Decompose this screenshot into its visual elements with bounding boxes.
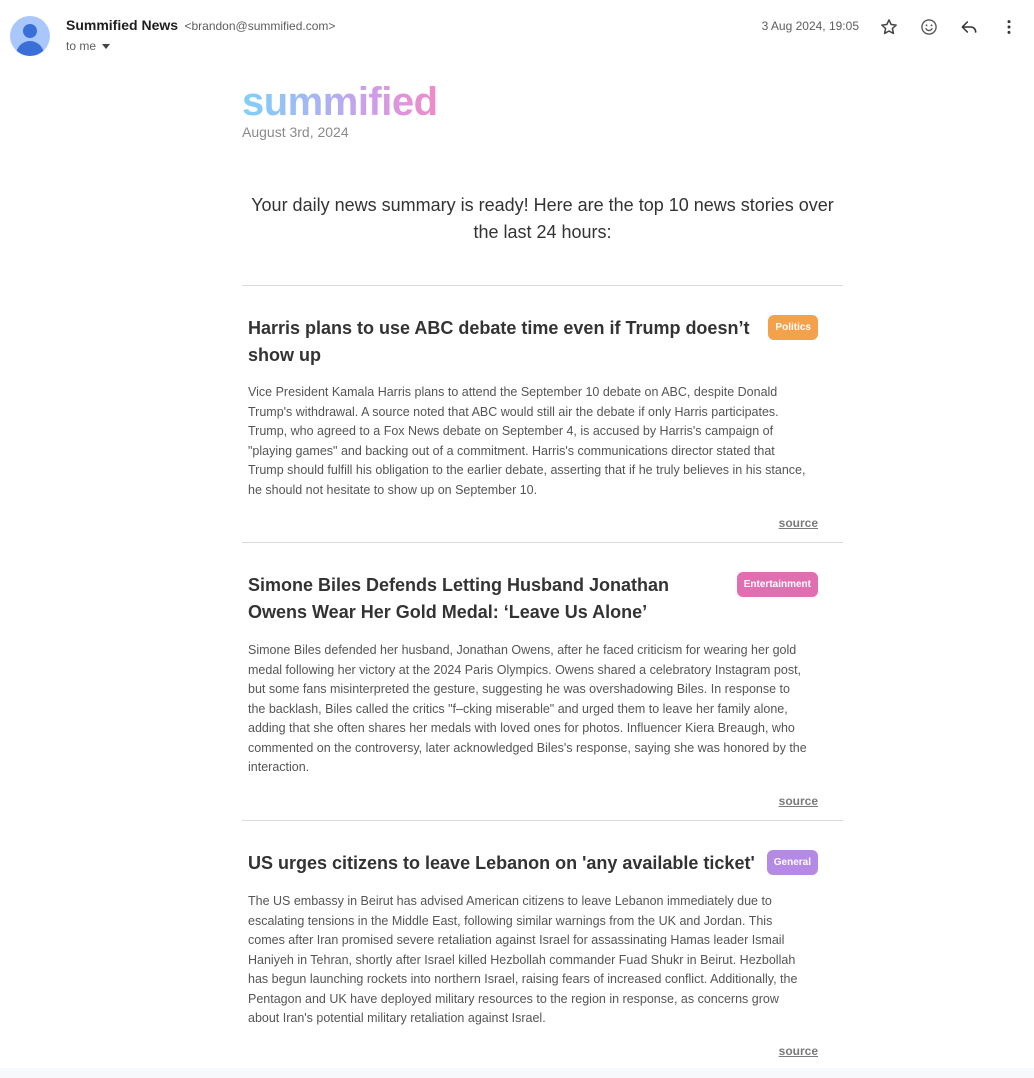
story-summary: Simone Biles defended her husband, Jonat… xyxy=(248,643,807,774)
bottom-edge xyxy=(0,1068,1034,1078)
category-badge-politics[interactable]: Politics xyxy=(768,315,818,340)
source-link[interactable]: source xyxy=(779,794,818,808)
reply-icon[interactable] xyxy=(957,15,981,39)
story-card: US urges citizens to leave Lebanon on 'a… xyxy=(248,850,818,1070)
story-title: US urges citizens to leave Lebanon on 'a… xyxy=(248,853,755,873)
sender-email: <brandon@summified.com> xyxy=(184,19,336,33)
sender-name[interactable]: Summified News xyxy=(66,17,178,33)
chevron-down-icon xyxy=(102,44,111,49)
divider xyxy=(242,542,843,543)
source-link[interactable]: source xyxy=(779,1044,818,1058)
source-link[interactable]: source xyxy=(779,516,818,530)
email-view: Summified News <brandon@summified.com> t… xyxy=(0,0,1034,1078)
more-vert-icon[interactable] xyxy=(997,15,1021,39)
sender-avatar[interactable] xyxy=(10,16,50,56)
story-title: Simone Biles Defends Letting Husband Jon… xyxy=(248,575,670,622)
star-icon[interactable] xyxy=(877,15,901,39)
recipient-details-toggle[interactable]: to me xyxy=(66,39,111,53)
avatar-head-shape xyxy=(23,24,37,38)
sender-line: Summified News <brandon@summified.com> xyxy=(66,17,335,35)
email-date: 3 Aug 2024, 19:05 xyxy=(761,19,859,33)
story-summary: The US embassy in Beirut has advised Ame… xyxy=(248,894,798,1025)
emoji-icon[interactable] xyxy=(917,15,941,39)
story-summary: Vice President Kamala Harris plans to at… xyxy=(248,385,806,497)
summified-logo: summified xyxy=(242,80,438,124)
story-card: Simone Biles Defends Letting Husband Jon… xyxy=(248,572,818,812)
email-header: Summified News <brandon@summified.com> t… xyxy=(0,0,1034,64)
category-badge-general[interactable]: General xyxy=(766,850,818,875)
story-title: Harris plans to use ABC debate time even… xyxy=(248,318,750,365)
avatar-body-shape xyxy=(16,41,44,56)
divider xyxy=(242,285,843,286)
intro-text: Your daily news summary is ready! Here a… xyxy=(251,195,834,242)
issue-date: August 3rd, 2024 xyxy=(242,124,349,140)
divider xyxy=(242,820,843,821)
story-card: Harris plans to use ABC debate time even… xyxy=(248,315,818,535)
recipient-label: to me xyxy=(66,39,97,53)
category-badge-entertainment[interactable]: Entertainment xyxy=(736,572,818,597)
